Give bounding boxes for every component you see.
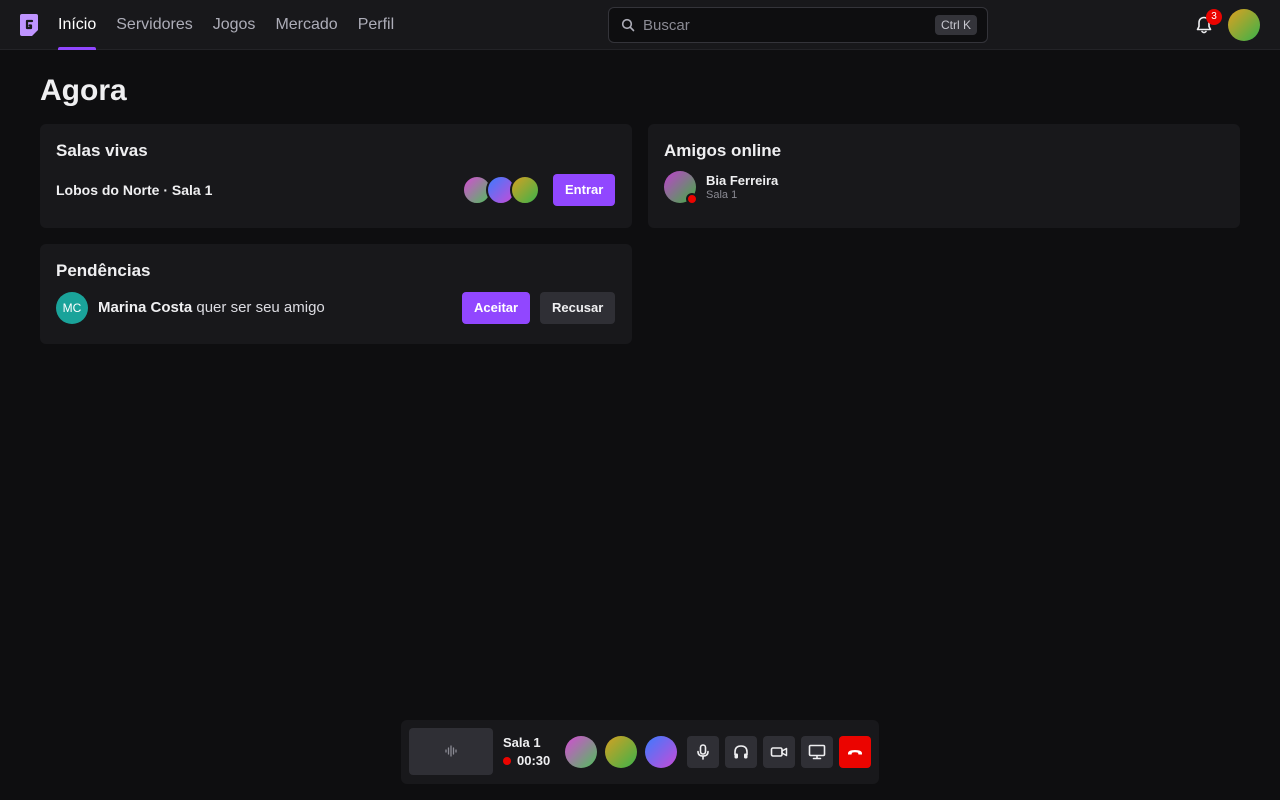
camera-button[interactable]: [763, 736, 795, 768]
nav-item-jogos[interactable]: Jogos: [213, 0, 256, 50]
nav-item-mercado[interactable]: Mercado: [275, 0, 337, 50]
search-input[interactable]: [643, 8, 933, 42]
hang-up-button[interactable]: [839, 736, 871, 768]
live-room-participants: [462, 175, 542, 205]
pending-title: Pendências: [56, 261, 151, 280]
participant-avatar: [510, 175, 540, 205]
friend-location: Sala 1: [706, 189, 738, 201]
headphones-icon: [734, 745, 748, 759]
friends-online-title: Amigos online: [664, 141, 782, 160]
friend-request-text: Marina Costa quer ser seu amigo: [98, 299, 325, 316]
microphone-icon: [697, 744, 709, 760]
top-bar: Início Servidores Jogos Mercado Perfil C…: [0, 0, 1280, 50]
friend-request-message: quer ser seu amigo: [196, 299, 325, 316]
friends-online-card: Amigos online Bia Ferreira Sala 1: [648, 124, 1240, 228]
logo-icon[interactable]: [19, 13, 39, 37]
screen-share-icon: [808, 744, 826, 760]
accept-button[interactable]: Aceitar: [462, 292, 531, 324]
live-rooms-card: Salas vivas Lobos do Norte · Sala 1 Entr…: [40, 124, 632, 228]
decline-button[interactable]: Recusar: [540, 292, 616, 324]
live-room-name[interactable]: Lobos do Norte · Sala 1: [56, 182, 212, 198]
headphones-button[interactable]: [725, 736, 757, 768]
page-title: Agora: [40, 74, 127, 107]
hang-up-icon: [848, 750, 862, 755]
call-room-name: Sala 1: [503, 735, 541, 750]
call-timer: 00:30: [517, 753, 551, 768]
camera-icon: [770, 747, 788, 757]
user-avatar[interactable]: [1228, 9, 1260, 41]
voice-call-bar: Sala 1 00:30: [401, 720, 879, 784]
search-box: Ctrl K: [608, 7, 988, 43]
search-icon: [621, 18, 635, 32]
requester-name: Marina Costa: [98, 299, 193, 316]
screen-share-button[interactable]: [801, 736, 833, 768]
main-nav: Início Servidores Jogos Mercado Perfil: [58, 0, 394, 50]
notification-badge: 3: [1206, 9, 1222, 25]
nav-item-inicio[interactable]: Início: [58, 0, 97, 50]
waveform-icon: [445, 745, 457, 757]
live-indicator: [503, 757, 511, 765]
call-participant-avatar[interactable]: [645, 736, 677, 768]
call-participant-avatar[interactable]: [605, 736, 637, 768]
live-rooms-title: Salas vivas: [56, 141, 148, 160]
voice-preview[interactable]: [409, 728, 493, 775]
call-participant-avatar[interactable]: [565, 736, 597, 768]
search-shortcut: Ctrl K: [935, 15, 977, 35]
nav-item-servidores[interactable]: Servidores: [116, 0, 192, 50]
friend-name[interactable]: Bia Ferreira: [706, 173, 778, 188]
friend-status-indicator: [686, 193, 698, 205]
pending-card: Pendências MC Marina Costa quer ser seu …: [40, 244, 632, 344]
join-room-button[interactable]: Entrar: [553, 174, 616, 206]
requester-avatar: MC: [56, 292, 88, 324]
microphone-button[interactable]: [687, 736, 719, 768]
nav-item-perfil[interactable]: Perfil: [358, 0, 394, 50]
